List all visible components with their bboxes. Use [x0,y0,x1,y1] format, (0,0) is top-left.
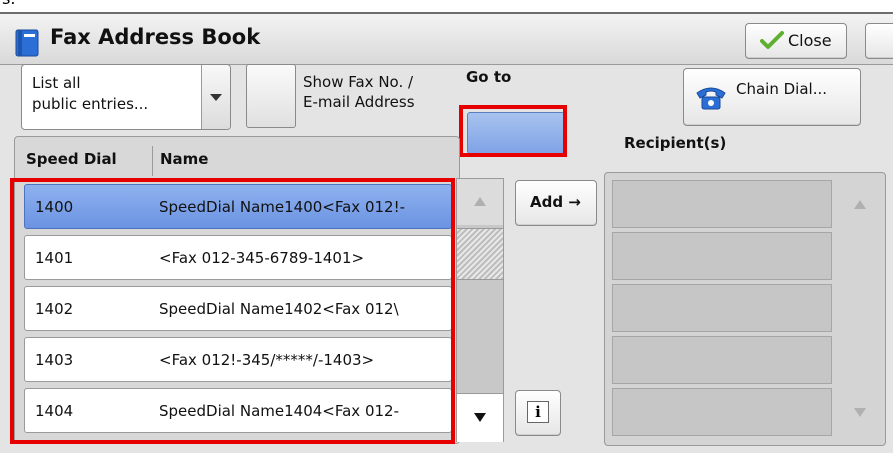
list-scrollbar[interactable] [456,178,504,442]
close-label: Close [788,31,832,50]
info-icon: i [527,401,549,423]
recipients-label: Recipient(s) [624,134,727,152]
recipients-scroll-down[interactable] [840,390,880,436]
chain-dial-button[interactable]: Chain Dial... [683,68,861,126]
scroll-down-button[interactable] [457,393,503,442]
goto-label: Go to [466,68,512,86]
recipient-slot[interactable] [612,180,832,228]
dropdown-value: List all public entries... [32,74,149,113]
arrow-down-icon [474,413,486,422]
scroll-thumb[interactable] [457,228,503,280]
recipient-slot[interactable] [612,388,832,436]
arrow-down-icon [854,408,866,417]
close-button[interactable]: Close [745,23,847,59]
add-button[interactable]: Add → [515,180,597,226]
arrow-up-icon [854,200,866,209]
scroll-up-button[interactable] [457,179,503,225]
telephone-icon [696,87,726,110]
goto-highlight-box [459,105,567,157]
show-fax-label: Show Fax No. / E-mail Address [303,73,415,111]
edge-button[interactable] [865,23,893,59]
info-button[interactable]: i [515,390,561,436]
address-book-icon [15,29,39,57]
dropdown-arrow-button[interactable] [201,65,230,129]
recipient-slot[interactable] [612,232,832,280]
column-header-name[interactable]: Name [160,150,208,178]
column-divider [152,146,153,176]
arrow-up-icon [474,197,486,206]
fax-address-book-screen: s. Fax Address Book Close List all publi… [0,0,893,453]
checkmark-icon [760,31,784,49]
add-label: Add → [530,193,581,211]
chain-dial-label: Chain Dial... [736,80,827,98]
entry-filter-dropdown[interactable]: List all public entries... [21,64,231,130]
title-bar: Fax Address Book Close [0,14,893,65]
recipients-scroll-up[interactable] [840,180,880,226]
column-header-speed-dial[interactable]: Speed Dial [26,150,117,178]
list-highlight-box [10,178,455,444]
top-edge-glyph: s. [2,0,15,8]
page-title: Fax Address Book [50,25,261,49]
show-fax-checkbox[interactable] [246,64,296,128]
chevron-down-icon [210,94,222,101]
recipient-slot[interactable] [612,336,832,384]
recipient-slot[interactable] [612,284,832,332]
